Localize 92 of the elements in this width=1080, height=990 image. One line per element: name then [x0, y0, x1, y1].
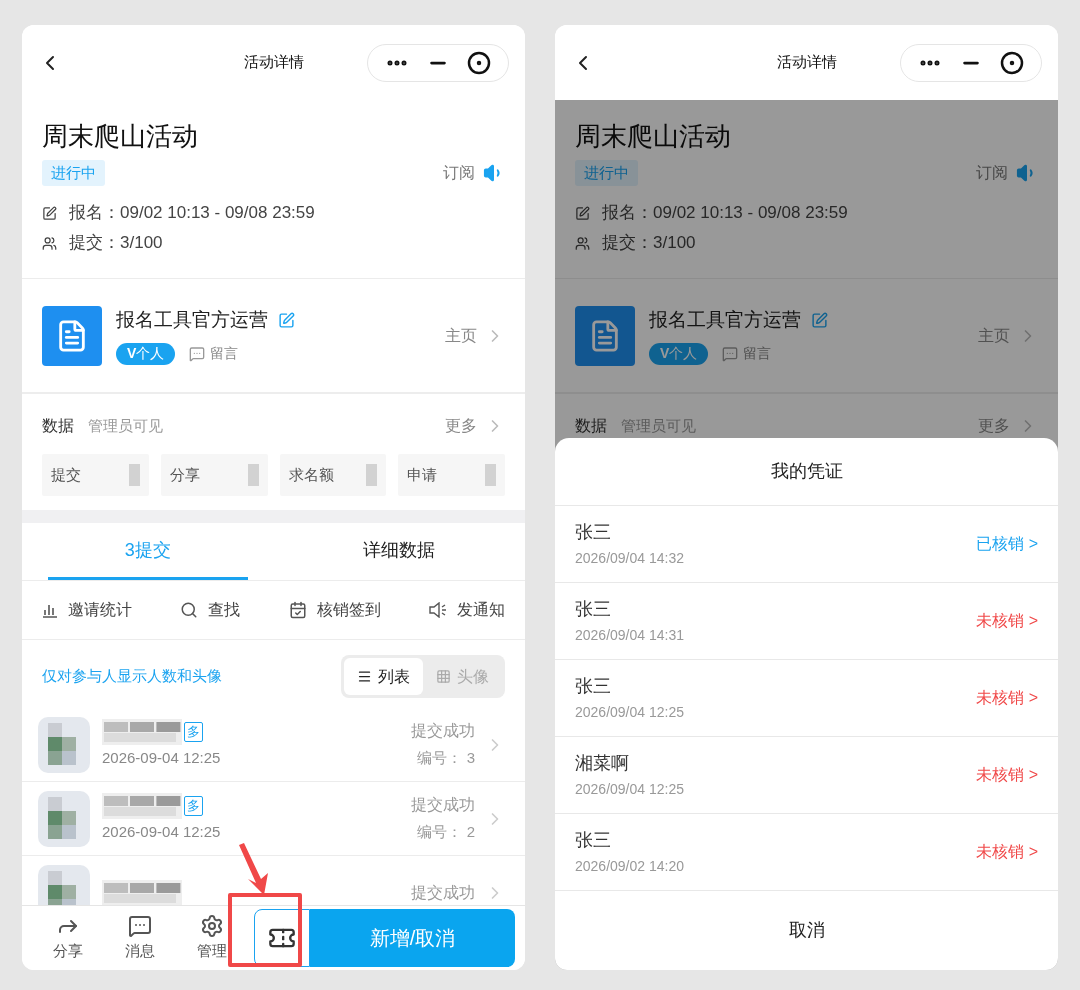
stat-card[interactable]: 申请 — [398, 454, 505, 496]
tag: 多 — [184, 722, 203, 743]
status-badge: 进行中 — [575, 160, 638, 186]
voucher-status: 未核销 > — [976, 611, 1038, 631]
entry-row[interactable]: 多 2026-09-04 12:25 提交成功 编号： 2 — [22, 782, 525, 856]
redacted-value — [366, 464, 378, 486]
entry-status: 提交成功 — [411, 882, 475, 903]
voucher-name: 张三 — [575, 829, 612, 852]
voucher-name: 张三 — [575, 675, 612, 698]
bottom-bar-button[interactable]: 消息 — [104, 913, 176, 963]
stat-card[interactable]: 求名额 — [279, 454, 387, 496]
calendar-check-icon — [288, 601, 307, 619]
capsule-menu[interactable] — [367, 43, 509, 82]
voucher-status: 未核销 > — [976, 842, 1038, 862]
close-icon[interactable] — [467, 50, 491, 75]
activity-title: 周末爬山活动 — [575, 120, 732, 153]
bottom-bar-button[interactable]: 分享 — [32, 913, 104, 963]
entry-status: 提交成功 — [411, 721, 475, 742]
voucher-row[interactable]: 张三 2026/09/04 14:32 已核销 > — [555, 506, 1058, 583]
voucher-name: 张三 — [575, 598, 612, 621]
section-note: 管理员可见 — [88, 415, 163, 436]
voucher-name: 湘菜啊 — [575, 752, 630, 775]
signup-period: 报名：09/02 10:13 - 09/08 23:59 — [602, 202, 848, 225]
list-icon — [357, 669, 372, 684]
verified-badge: V个人 — [116, 342, 176, 365]
edit-icon — [575, 205, 590, 221]
voucher-time: 2026/09/04 14:32 — [575, 549, 684, 568]
view-option[interactable]: 列表 — [344, 658, 423, 695]
toolbar-button[interactable]: 查找 — [180, 598, 241, 622]
entry-number: 编号： 3 — [417, 748, 475, 769]
organizer-name: 报名工具官方运营 — [116, 308, 268, 333]
voucher-status: 未核销 > — [976, 688, 1038, 708]
entry-number: 编号： 2 — [417, 822, 475, 843]
activity-title: 周末爬山活动 — [42, 120, 199, 153]
voucher-row[interactable]: 张三 2026/09/04 14:31 未核销 > — [555, 583, 1058, 660]
bottom-bar-button[interactable]: 管理 — [176, 913, 248, 963]
edit-icon[interactable] — [278, 312, 295, 329]
voucher-status: 未核销 > — [976, 765, 1038, 785]
status-badge: 进行中 — [42, 160, 105, 186]
stat-card[interactable]: 分享 — [160, 454, 268, 496]
tab[interactable]: 详细数据 — [299, 523, 500, 580]
signup-period: 报名：09/02 10:13 - 09/08 23:59 — [69, 202, 315, 225]
speaker-icon — [429, 602, 447, 618]
message-icon — [128, 913, 152, 938]
entry-row[interactable]: 多 2026-09-04 12:25 提交成功 编号： 3 — [22, 708, 525, 782]
capsule-menu[interactable] — [900, 43, 1042, 82]
bar-chart-icon — [42, 602, 58, 618]
voucher-row[interactable]: 张三 2026/09/04 12:25 未核销 > — [555, 660, 1058, 737]
people-icon — [575, 235, 590, 251]
close-icon[interactable] — [1000, 50, 1024, 75]
more-link[interactable]: 更多 — [445, 414, 477, 438]
organizer-name: 报名工具官方运营 — [649, 308, 801, 333]
toolbar-button[interactable]: 发通知 — [429, 598, 505, 622]
entry-status: 提交成功 — [411, 795, 475, 816]
voucher-row[interactable]: 张三 2026/09/02 14:20 未核销 > — [555, 814, 1058, 891]
verified-badge: V个人 — [649, 342, 709, 365]
cancel-button[interactable]: 取消 — [555, 891, 1058, 970]
submission-count: 提交：3/100 — [602, 232, 696, 255]
toolbar-button[interactable]: 核销签到 — [288, 598, 381, 622]
page-title: 活动详情 — [776, 52, 837, 73]
people-icon — [42, 235, 57, 251]
message-icon[interactable] — [189, 345, 206, 362]
redacted-value — [247, 464, 259, 486]
tip-text: 仅对参与人显示人数和头像 — [42, 666, 222, 687]
edit-icon — [42, 205, 57, 221]
voucher-name: 张三 — [575, 521, 612, 544]
toolbar-button[interactable]: 邀请统计 — [42, 598, 132, 622]
subscribe-link[interactable]: 订阅 — [443, 161, 475, 185]
voucher-time: 2026/09/04 12:25 — [575, 780, 684, 799]
message-icon[interactable] — [722, 345, 739, 362]
tag: 多 — [184, 796, 203, 817]
stat-card[interactable]: 提交 — [42, 454, 149, 496]
grid-icon — [436, 669, 451, 684]
voucher-time: 2026/09/02 14:20 — [575, 857, 684, 876]
home-link[interactable]: 主页 — [445, 323, 477, 348]
redacted-value — [128, 464, 140, 486]
voucher-time: 2026/09/04 14:31 — [575, 626, 684, 645]
submission-count: 提交：3/100 — [69, 232, 163, 255]
edit-icon[interactable] — [811, 312, 828, 329]
redacted-value — [485, 464, 496, 486]
entry-time: 2026-09-04 12:25 — [102, 822, 221, 843]
voucher-row[interactable]: 湘菜啊 2026/09/04 12:25 未核销 > — [555, 737, 1058, 814]
page-title: 活动详情 — [243, 52, 304, 73]
settings-icon — [200, 913, 224, 938]
search-icon — [180, 601, 199, 619]
voucher-status: 已核销 > — [976, 534, 1038, 554]
message-link[interactable]: 留言 — [210, 343, 239, 365]
entry-time: 2026-09-04 12:25 — [102, 748, 221, 769]
sheet-title: 我的凭证 — [555, 438, 1058, 506]
voucher-time: 2026/09/04 12:25 — [575, 703, 684, 722]
section-title: 数据 — [42, 416, 74, 436]
section-title: 数据 — [575, 416, 607, 436]
